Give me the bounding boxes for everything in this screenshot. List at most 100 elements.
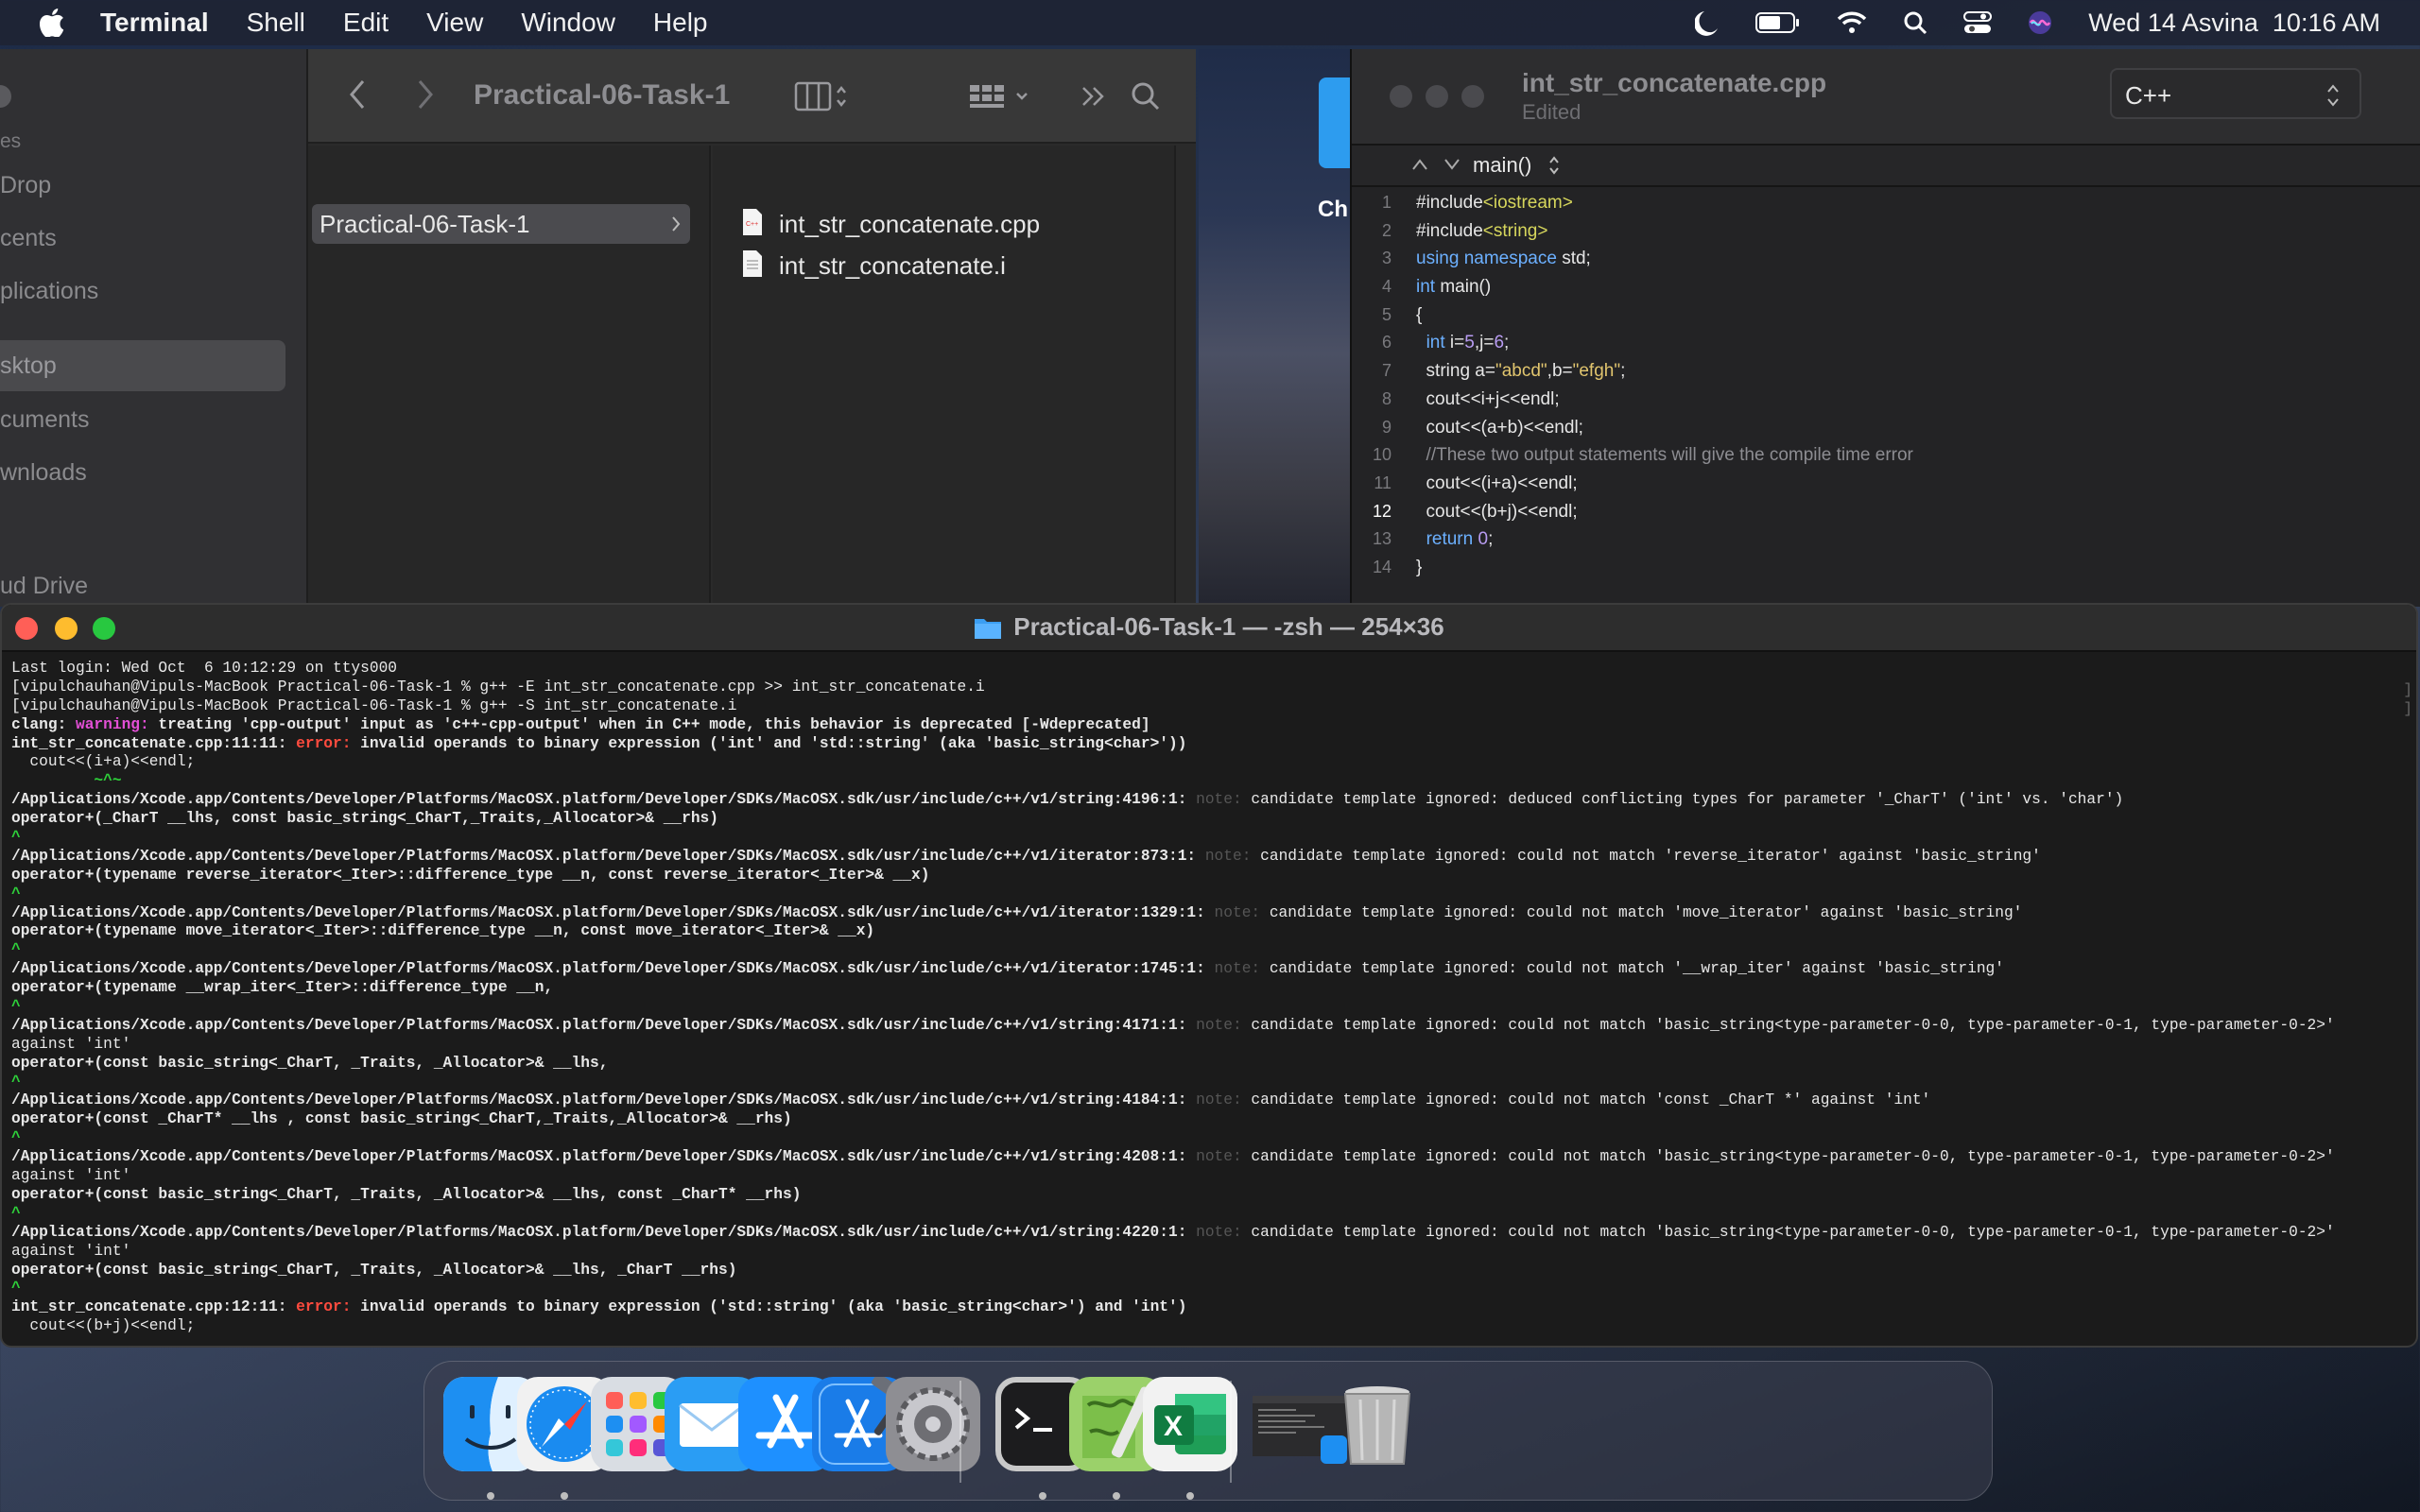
running-indicator <box>487 1492 494 1500</box>
menu-help[interactable]: Help <box>653 8 708 38</box>
system-preferences-icon[interactable] <box>886 1377 980 1471</box>
line-number: 1 <box>1381 193 1392 212</box>
trash-icon[interactable] <box>1330 1377 1425 1471</box>
finder-search-icon[interactable] <box>1131 81 1161 116</box>
forward-icon[interactable] <box>416 77 435 116</box>
terminal-text: [vipulchauhan@Vipuls-MacBook Practical-0… <box>11 696 737 714</box>
terminal-line: /Applications/Xcode.app/Contents/Develop… <box>11 1224 2407 1243</box>
zoom-button[interactable] <box>1461 85 1484 108</box>
terminal-line: Last login: Wed Oct 6 10:12:29 on ttys00… <box>11 660 2407 679</box>
terminal-output[interactable]: Last login: Wed Oct 6 10:12:29 on ttys00… <box>11 660 2407 1336</box>
code-line[interactable]: 9 cout<<(a+b)<<endl; <box>1352 414 2420 442</box>
apple-menu-icon[interactable] <box>40 9 64 37</box>
code-line[interactable]: 10 //These two output statements will gi… <box>1352 441 2420 470</box>
terminal-line: int_str_concatenate.cpp:12:11: error: in… <box>11 1298 2407 1317</box>
desktop-item-label[interactable]: Ch <box>1318 197 1348 223</box>
more-toolbar-icon[interactable] <box>1080 85 1108 112</box>
spotlight-search-icon[interactable] <box>1903 10 1927 35</box>
code-line[interactable]: 6 int i=5,j=6; <box>1352 329 2420 357</box>
sidebar-item-downloads[interactable]: wnloads <box>0 446 87 499</box>
editor-filename: int_str_concatenate.cpp <box>1522 68 1827 97</box>
terminal-text: /Applications/Xcode.app/Contents/Develop… <box>11 847 1205 865</box>
folder-icon <box>974 615 1002 640</box>
terminal-title: Practical-06-Task-1 — -zsh — 254×36 <box>1013 612 1444 641</box>
desktop-folder-icon[interactable] <box>1319 77 1350 168</box>
svg-text:X: X <box>1164 1411 1183 1442</box>
previous-arrow-icon[interactable] <box>1410 157 1429 177</box>
code-line[interactable]: 7 string a="abcd",b="efgh"; <box>1352 357 2420 386</box>
menu-window[interactable]: Window <box>521 8 615 38</box>
code-line[interactable]: 13 return 0; <box>1352 525 2420 554</box>
line-number: 8 <box>1381 388 1392 408</box>
terminal-text: against 'int' <box>11 1242 131 1260</box>
siri-icon[interactable] <box>2028 10 2052 35</box>
menu-edit[interactable]: Edit <box>343 8 389 38</box>
menu-shell[interactable]: Shell <box>247 8 305 38</box>
terminal-line: [vipulchauhan@Vipuls-MacBook Practical-0… <box>11 679 2407 697</box>
code-line[interactable]: 8 cout<<i+j<<endl; <box>1352 386 2420 414</box>
cpp-file-icon: C++ <box>741 208 764 241</box>
moon-icon[interactable] <box>1695 9 1720 36</box>
next-arrow-icon[interactable] <box>1443 157 1461 177</box>
terminal-text: [vipulchauhan@Vipuls-MacBook Practical-0… <box>11 678 985 696</box>
sidebar-item-applications[interactable]: plications <box>0 265 98 318</box>
code-token: int <box>1416 277 1436 298</box>
terminal-text: note: <box>1214 903 1261 921</box>
terminal-text: operator+(typename move_iterator<_Iter>:… <box>11 922 875 940</box>
code-line[interactable]: 2 #include<string> <box>1352 217 2420 246</box>
minimize-button[interactable] <box>1426 85 1448 108</box>
battery-icon[interactable] <box>1755 11 1801 34</box>
line-number: 12 <box>1372 501 1392 521</box>
code-line[interactable]: 14} <box>1352 554 2420 582</box>
control-center-icon[interactable] <box>1963 10 1993 35</box>
terminal-text: against 'int' <box>11 1167 131 1185</box>
folder-row-practical[interactable]: Practical-06-Task-1 <box>312 204 690 244</box>
code-token: 6 <box>1494 333 1505 353</box>
sidebar-item-desktop[interactable]: sktop <box>0 340 285 391</box>
terminal-text: note: <box>1196 1016 1242 1034</box>
code-editor[interactable]: 1 #include<iostream> 2 #include<string> 3 usi… <box>1352 189 2420 582</box>
wifi-icon[interactable] <box>1837 11 1867 34</box>
file-row-cpp[interactable]: C++ int_str_concatenate.cpp <box>741 208 1040 240</box>
line-number: 3 <box>1381 249 1392 268</box>
code-line[interactable]: 3 using namespace std; <box>1352 245 2420 273</box>
menu-view[interactable]: View <box>426 8 483 38</box>
close-button[interactable] <box>1390 85 1412 108</box>
terminal-text: Last login: Wed Oct 6 10:12:29 on ttys00… <box>11 660 397 677</box>
excel-icon[interactable]: X <box>1143 1377 1237 1471</box>
terminal-text: treating 'cpp-output' input as 'c++-cpp-… <box>148 715 1150 733</box>
back-icon[interactable] <box>348 77 367 116</box>
sidebar-item-airdrop[interactable]: Drop <box>0 159 51 212</box>
column-view-icon[interactable] <box>794 81 849 116</box>
group-icon[interactable] <box>968 81 1034 116</box>
terminal-text: candidate template ignored: could not ma… <box>1260 903 2023 921</box>
code-line[interactable]: 5{ <box>1352 301 2420 330</box>
terminal-line: int_str_concatenate.cpp:11:11: error: in… <box>11 735 2407 754</box>
code-line[interactable]: 11 cout<<(i+a)<<endl; <box>1352 470 2420 498</box>
jump-updown-icon[interactable] <box>1548 153 1560 182</box>
terminal-line: cout<<(b+j)<<endl; <box>11 1317 2407 1336</box>
menu-app-name[interactable]: Terminal <box>100 8 209 38</box>
finder-window-title: Practical-06-Task-1 <box>474 79 731 111</box>
finder-window: es Drop cents plications sktop cuments w… <box>0 49 1196 607</box>
code-token: string a= <box>1416 361 1495 382</box>
window-control-dot[interactable] <box>0 85 11 108</box>
terminal-text: note: <box>1214 960 1261 978</box>
jump-function-label[interactable]: main() <box>1473 153 1531 178</box>
sidebar-item-recents[interactable]: cents <box>0 212 57 265</box>
code-line[interactable]: 12 cout<<(b+j)<<endl; <box>1352 498 2420 526</box>
menu-clock[interactable]: Wed 14 Asvina 10:16 AM <box>2088 9 2380 38</box>
text-editor-window: int_str_concatenate.cpp Edited C++ main(… <box>1350 49 2420 607</box>
running-indicator <box>1039 1492 1046 1500</box>
terminal-text: candidate template ignored: could not ma… <box>1260 960 2004 978</box>
updown-chevron-icon <box>2325 81 2341 114</box>
terminal-text: ^ <box>11 941 21 959</box>
file-row-i[interactable]: int_str_concatenate.i <box>741 249 1006 282</box>
sidebar-item-documents[interactable]: cuments <box>0 393 89 446</box>
terminal-line: operator+(_CharT __lhs, const basic_stri… <box>11 810 2407 829</box>
code-line[interactable]: 4 int main() <box>1352 273 2420 301</box>
code-line[interactable]: 1 #include<iostream> <box>1352 189 2420 217</box>
language-select[interactable]: C++ <box>2110 68 2361 119</box>
terminal-line: ^ <box>11 829 2407 848</box>
